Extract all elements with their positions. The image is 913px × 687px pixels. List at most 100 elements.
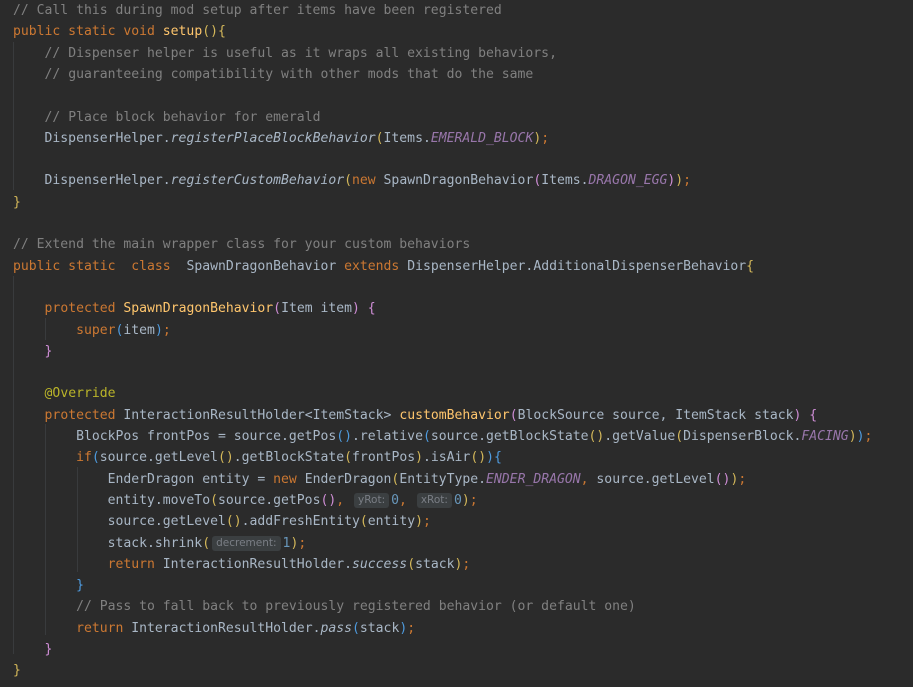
bracket-token: { bbox=[494, 450, 502, 466]
keyword-token: ; bbox=[683, 173, 692, 189]
code-line[interactable]: // Extend the main wrapper class for you… bbox=[13, 234, 470, 255]
code-line[interactable]: protected InteractionResultHolder<ItemSt… bbox=[13, 405, 818, 426]
static-method-token: registerCustomBehavior bbox=[170, 173, 345, 189]
code-line[interactable]: public static class SpawnDragonBehavior … bbox=[13, 256, 754, 277]
bracket-token: () bbox=[218, 450, 234, 466]
static-field-token: DRAGON_EGG bbox=[588, 173, 668, 189]
bracket-token: } bbox=[44, 642, 53, 657]
code-token: DispenserHelper. bbox=[13, 173, 171, 189]
bracket-token: ( bbox=[352, 620, 360, 636]
parameter-hint: xRot: bbox=[416, 492, 452, 508]
comment-token: // Dispenser helper is useful as it wrap… bbox=[44, 45, 557, 61]
bracket-token: () bbox=[470, 450, 487, 466]
comment-token: // Call this during mod setup after item… bbox=[13, 3, 502, 18]
static-method-token: registerPlaceBlockBehavior bbox=[170, 130, 376, 146]
code-token: Item item bbox=[281, 301, 353, 317]
comment-token: // Pass to fall back to previously regis… bbox=[76, 599, 636, 615]
method-name-token: customBehavior bbox=[399, 407, 510, 423]
code-line[interactable]: stack.shrink(decrement: 1); bbox=[13, 533, 306, 554]
bracket-token: ( bbox=[273, 301, 282, 317]
bracket-token: { bbox=[809, 407, 818, 423]
code-editor[interactable]: // Call this during mod setup after item… bbox=[0, 0, 913, 687]
code-token: .addFreshEntity bbox=[241, 514, 360, 530]
bracket-token: ( bbox=[344, 173, 352, 189]
keyword-token: new bbox=[352, 173, 384, 189]
code-line[interactable]: // Place block behavior for emerald bbox=[13, 107, 321, 128]
code-token: EnderDragon entity = bbox=[13, 471, 274, 487]
code-token: .relative bbox=[352, 429, 423, 444]
code-token: source.getLevel bbox=[13, 514, 226, 530]
code-token: stack bbox=[359, 620, 400, 636]
static-field-token: FACING bbox=[801, 429, 849, 444]
code-line[interactable]: } bbox=[13, 341, 53, 362]
comment-token: // guaranteeing compatibility with other… bbox=[44, 66, 534, 82]
code-line[interactable]: public static void setup(){ bbox=[13, 21, 226, 42]
bracket-token: ( bbox=[359, 514, 368, 530]
keyword-token: ; bbox=[738, 471, 747, 487]
code-line[interactable]: protected SpawnDragonBehavior(Item item)… bbox=[13, 298, 376, 319]
code-token: .getBlockState bbox=[233, 450, 345, 466]
code-line[interactable]: @Override bbox=[13, 383, 116, 404]
code-line[interactable]: } bbox=[13, 575, 84, 596]
bracket-token: () bbox=[336, 429, 352, 444]
parameter-hint: decrement: bbox=[212, 535, 281, 551]
code-line[interactable]: } bbox=[13, 660, 21, 681]
bracket-token: ) bbox=[415, 450, 424, 466]
keyword-token: protected bbox=[44, 407, 124, 423]
bracket-token: ) bbox=[461, 492, 470, 508]
code-line[interactable]: return InteractionResultHolder.pass(stac… bbox=[13, 618, 415, 639]
code-line[interactable]: if(source.getLevel().getBlockState(front… bbox=[13, 447, 502, 468]
code-token: source.getLevel bbox=[596, 471, 715, 487]
code-line[interactable]: // guaranteeing compatibility with other… bbox=[13, 64, 534, 85]
keyword-token: extends bbox=[344, 258, 408, 274]
static-field-token: EMERALD_BLOCK bbox=[430, 130, 534, 146]
code-line[interactable]: DispenserHelper.registerCustomBehavior(n… bbox=[13, 170, 692, 191]
bracket-token: { bbox=[217, 24, 226, 40]
code-token: SpawnDragonBehavior bbox=[383, 173, 534, 189]
code-token: DispenserHelper.AdditionalDispenserBehav… bbox=[407, 258, 747, 274]
code-line[interactable]: // Dispenser helper is useful as it wrap… bbox=[13, 43, 557, 64]
bracket-token: ( bbox=[344, 450, 353, 466]
code-token: DispenserBlock. bbox=[683, 429, 802, 444]
keyword-token: return bbox=[76, 620, 132, 636]
code-token: frontPos bbox=[352, 450, 416, 466]
code-line[interactable]: EnderDragon entity = new EnderDragon(Ent… bbox=[13, 469, 747, 490]
code-line[interactable]: BlockPos frontPos = source.getPos().rela… bbox=[13, 426, 872, 447]
code-token: item bbox=[123, 322, 155, 338]
keyword-token: , bbox=[336, 492, 353, 508]
code-token: source.getPos bbox=[217, 492, 321, 508]
code-token: EnderDragon bbox=[304, 471, 392, 487]
code-token: stack bbox=[415, 556, 455, 572]
code-line[interactable]: super(item); bbox=[13, 320, 171, 341]
code-line[interactable]: entity.moveTo(source.getPos(), yRot: 0, x… bbox=[13, 490, 478, 511]
code-token: DispenserHelper. bbox=[13, 130, 171, 146]
code-line[interactable]: } bbox=[13, 192, 21, 213]
code-line[interactable]: source.getLevel().addFreshEntity(entity)… bbox=[13, 511, 431, 532]
parameter-hint: yRot: bbox=[354, 492, 390, 508]
bracket-token: } bbox=[44, 343, 53, 359]
bracket-token: ( bbox=[375, 130, 384, 146]
code-line[interactable]: DispenserHelper.registerPlaceBlockBehavi… bbox=[13, 128, 550, 149]
code-line[interactable]: // Pass to fall back to previously regis… bbox=[13, 596, 636, 617]
code-token: entity bbox=[367, 514, 416, 530]
keyword-token: super bbox=[76, 322, 116, 338]
code-line[interactable]: // Call this during mod setup after item… bbox=[13, 0, 502, 21]
keyword-token: , bbox=[580, 471, 597, 487]
keyword-token: protected bbox=[44, 301, 124, 317]
keyword-token: ; bbox=[541, 130, 550, 146]
bracket-token: { bbox=[746, 258, 755, 274]
code-line[interactable]: return InteractionResultHolder.success(s… bbox=[13, 554, 471, 575]
code-line[interactable]: } bbox=[13, 639, 53, 660]
bracket-token: } bbox=[76, 578, 84, 594]
code-token: SpawnDragonBehavior bbox=[186, 258, 345, 274]
code-token: source.getBlockState bbox=[430, 429, 589, 444]
